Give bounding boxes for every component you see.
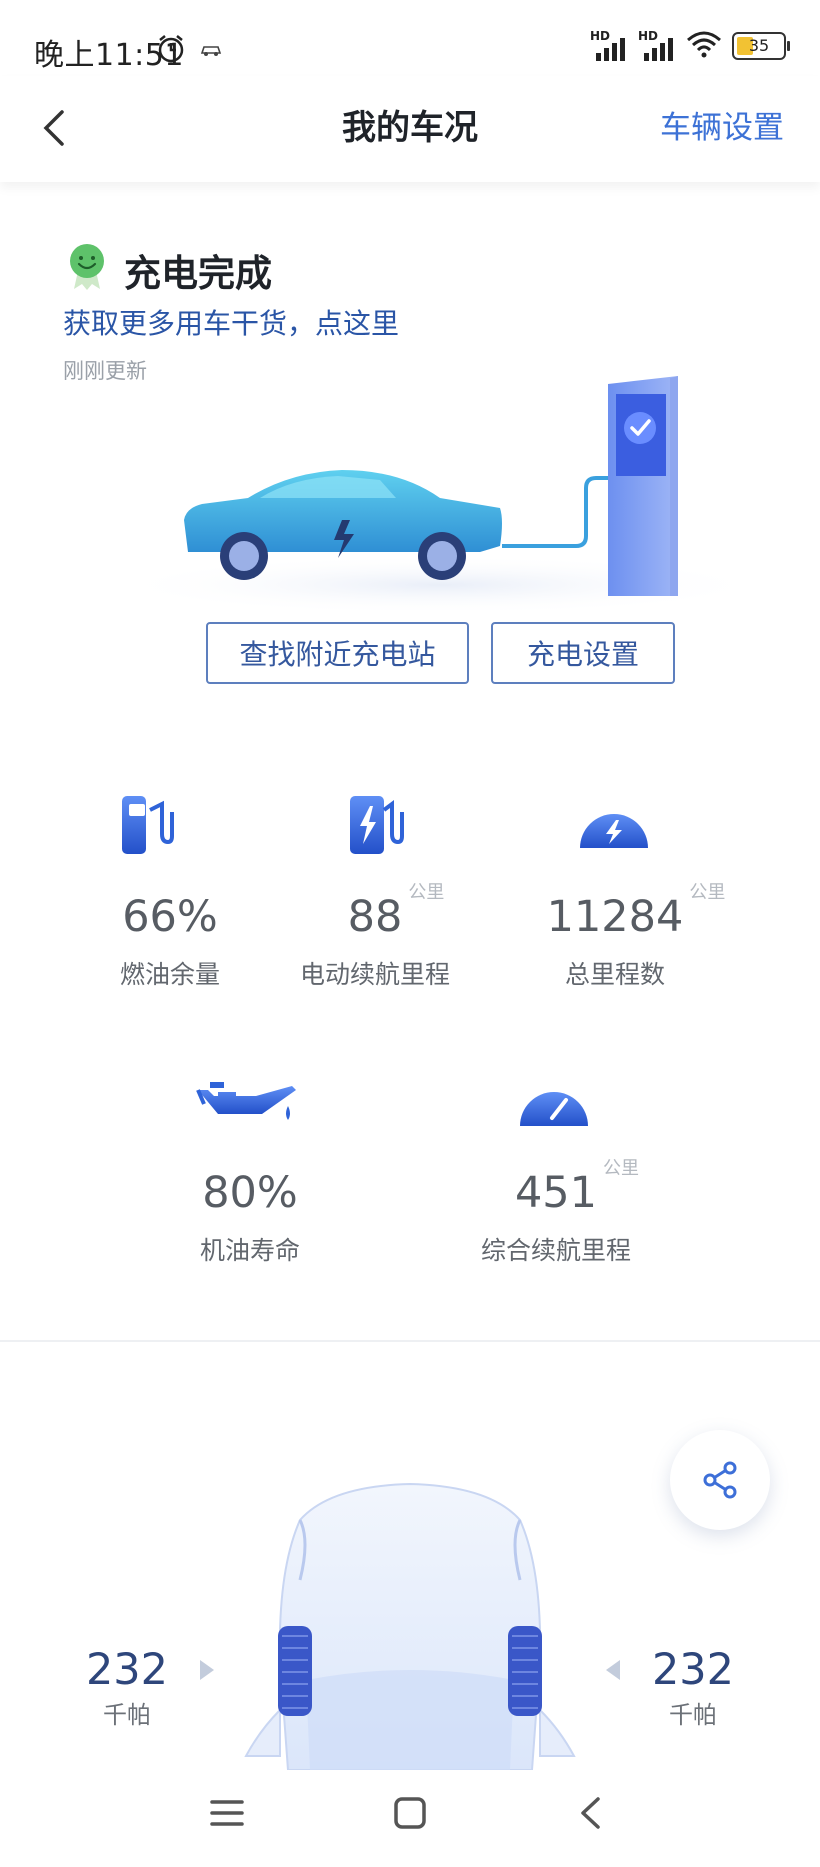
promo-link[interactable]: 获取更多用车干货，点这里 <box>63 302 399 342</box>
battery-icon: 35 <box>732 32 790 60</box>
front-left-tire-icon <box>278 1626 312 1716</box>
wifi-icon <box>686 30 722 62</box>
charging-illustration <box>80 370 800 615</box>
battery-level: 35 <box>748 36 770 55</box>
stat-oil-life: 80% 机油寿命 <box>170 1172 330 1267</box>
smiley-badge-icon <box>66 243 108 295</box>
front-right-tire-icon <box>508 1626 542 1716</box>
oil-life-value: 80% <box>202 1168 298 1218</box>
front-right-pressure: 232 千帕 <box>628 1645 758 1730</box>
stat-combined-range: 451 公里 综合续航里程 <box>466 1160 646 1267</box>
charge-settings-button[interactable]: 充电设置 <box>491 622 675 684</box>
total-mileage-unit: 公里 <box>689 882 726 903</box>
menu-button[interactable] <box>210 1798 244 1832</box>
car-top-view <box>240 1480 580 1774</box>
gauge-icon <box>518 1080 590 1134</box>
electric-range-label: 电动续航里程 <box>299 960 450 989</box>
find-nearby-station-button[interactable]: 查找附近充电站 <box>206 622 469 684</box>
vehicle-settings-link[interactable]: 车辆设置 <box>660 102 784 147</box>
electric-pump-icon <box>340 794 406 860</box>
front-left-pressure-value: 232 <box>85 1645 169 1695</box>
status-icons: HD HD 35 <box>590 29 790 62</box>
fuel-pump-icon <box>112 794 178 860</box>
pointer-left-icon <box>604 1658 622 1686</box>
electric-range-value: 88 <box>347 892 403 942</box>
system-back-button[interactable] <box>578 1796 602 1834</box>
front-left-pressure-unit: 千帕 <box>103 1701 151 1729</box>
total-mileage-label: 总里程数 <box>564 960 665 989</box>
pointer-right-icon <box>198 1658 216 1686</box>
electric-range-unit: 公里 <box>408 882 445 903</box>
cellular-signal-icon-2: HD <box>638 29 676 61</box>
speedometer-bolt-icon <box>578 802 650 856</box>
nav-bar: 我的车况 车辆设置 <box>0 76 820 182</box>
back-triangle-icon <box>581 1797 600 1829</box>
front-left-pressure: 232 千帕 <box>62 1645 192 1730</box>
fuel-label: 燃油余量 <box>119 960 220 989</box>
share-button[interactable] <box>670 1430 770 1530</box>
section-divider <box>0 1340 820 1342</box>
combined-range-unit: 公里 <box>603 1158 640 1179</box>
charge-status-title: 充电完成 <box>124 252 272 295</box>
cellular-signal-icon: HD <box>590 29 628 61</box>
share-icon <box>703 1461 737 1499</box>
front-right-pressure-value: 232 <box>651 1645 735 1695</box>
home-square-icon <box>394 1797 426 1829</box>
home-button[interactable] <box>393 1796 427 1834</box>
stat-fuel: 66% 燃油余量 <box>90 896 250 991</box>
charging-station-icon <box>608 376 678 596</box>
combined-range-label: 综合续航里程 <box>480 1236 631 1265</box>
car-connection-icon <box>200 42 222 61</box>
front-right-pressure-unit: 千帕 <box>669 1701 717 1729</box>
stat-electric-range: 88 公里 电动续航里程 <box>280 884 470 991</box>
menu-icon <box>210 1800 244 1826</box>
total-mileage-value: 11284 <box>546 892 684 942</box>
stat-total-mileage: 11284 公里 总里程数 <box>530 884 726 991</box>
fuel-value: 66% <box>122 892 218 942</box>
alarm-icon <box>156 34 186 68</box>
oil-life-label: 机油寿命 <box>199 1236 300 1265</box>
oil-can-icon <box>196 1080 300 1136</box>
combined-range-value: 451 <box>514 1168 598 1218</box>
